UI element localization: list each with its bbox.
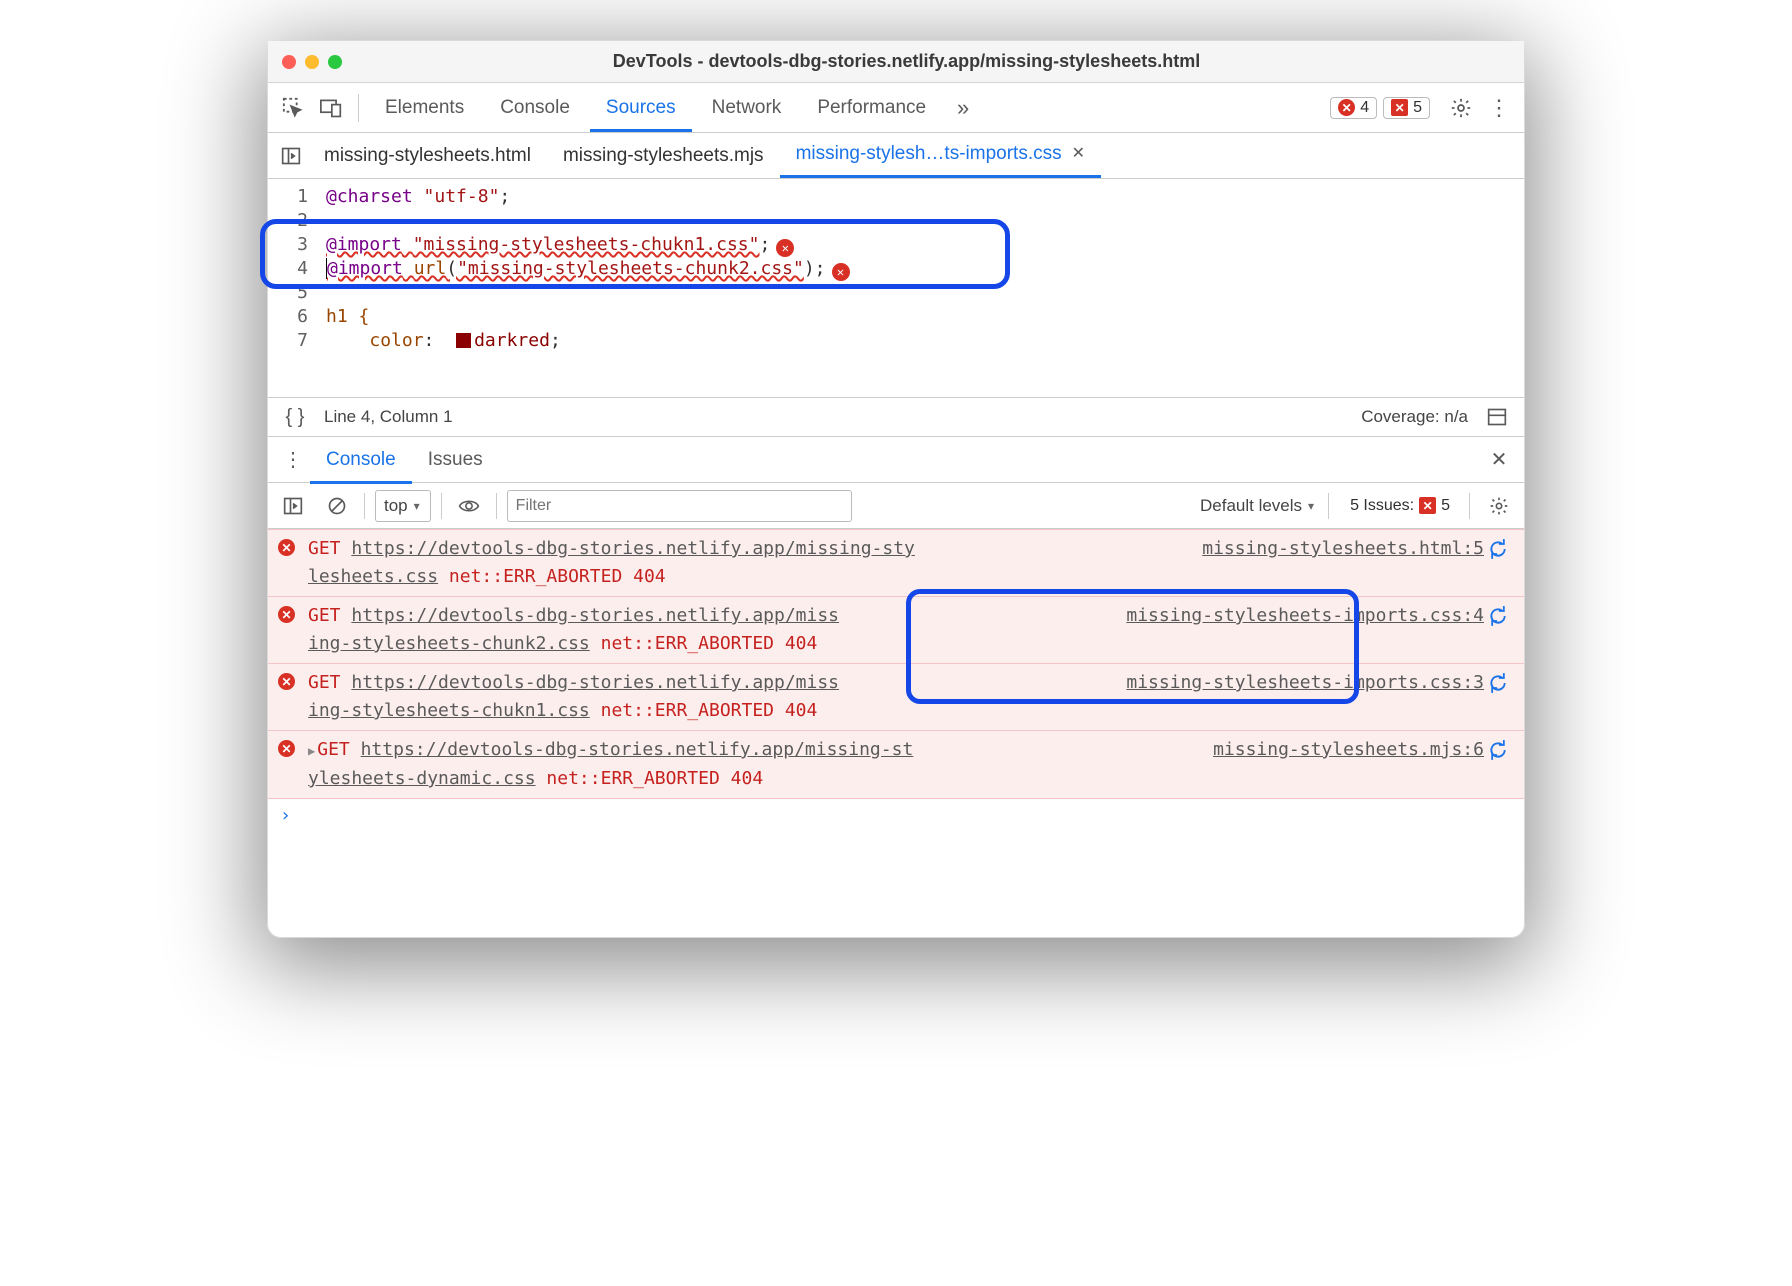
- file-tab-2[interactable]: missing-stylesheets.mjs: [547, 134, 780, 178]
- url-link[interactable]: https://devtools-dbg-stories.netlify.app…: [351, 605, 839, 626]
- drawer-tab-strip: ⋮ Console Issues ✕: [268, 437, 1524, 483]
- gear-icon[interactable]: [1444, 91, 1478, 125]
- url-link[interactable]: https://devtools-dbg-stories.netlify.app…: [351, 672, 839, 693]
- window-title: DevTools - devtools-dbg-stories.netlify.…: [351, 51, 1510, 72]
- error-icon: ✕: [278, 606, 295, 623]
- inspect-icon[interactable]: [276, 91, 310, 125]
- refresh-icon[interactable]: [1488, 669, 1514, 693]
- log-levels-selector[interactable]: Default levels: [1200, 496, 1314, 516]
- toggle-sidebar-icon[interactable]: [1480, 400, 1514, 434]
- refresh-icon[interactable]: [1488, 535, 1514, 559]
- tab-console[interactable]: Console: [484, 84, 586, 132]
- cursor-position: Line 4, Column 1: [324, 407, 453, 427]
- error-icon: ✕: [278, 673, 295, 690]
- console-prompt[interactable]: ›: [268, 799, 1524, 832]
- console-toolbar: top Default levels 5 Issues: ✕5: [268, 483, 1524, 529]
- code-line-6: h1 {: [326, 305, 1524, 329]
- live-expression-icon[interactable]: [452, 489, 486, 523]
- error-count: 4: [1360, 99, 1369, 117]
- close-window-icon[interactable]: [282, 55, 296, 69]
- window-titlebar: DevTools - devtools-dbg-stories.netlify.…: [268, 41, 1524, 83]
- code-editor[interactable]: 1234567 @charset "utf-8"; @import "missi…: [268, 179, 1524, 397]
- code-line-7: color: darkred;: [326, 329, 1524, 353]
- tab-elements[interactable]: Elements: [369, 84, 480, 132]
- url-link[interactable]: ing-stylesheets-chunk2.css: [308, 633, 590, 654]
- url-link[interactable]: lesheets.css: [308, 566, 438, 587]
- issue-count: 5: [1413, 99, 1422, 117]
- window-controls: [282, 55, 342, 69]
- issues-label: 5 Issues:: [1350, 497, 1414, 515]
- drawer-tab-issues[interactable]: Issues: [412, 436, 499, 484]
- refresh-icon[interactable]: [1488, 736, 1514, 760]
- tab-sources[interactable]: Sources: [590, 84, 692, 132]
- coverage-status: Coverage: n/a: [1361, 407, 1468, 427]
- minimize-window-icon[interactable]: [305, 55, 319, 69]
- code-line-3: @import "missing-stylesheets-chukn1.css"…: [326, 233, 1524, 257]
- code-line-4: @import url("missing-stylesheets-chunk2.…: [326, 257, 1524, 281]
- file-tab-3[interactable]: missing-stylesh…ts-imports.css✕: [780, 134, 1101, 178]
- line-gutter: 1234567: [268, 179, 316, 397]
- source-link[interactable]: missing-stylesheets-imports.css:3: [1126, 669, 1484, 697]
- navigator-toggle-icon[interactable]: [274, 139, 308, 173]
- console-sidebar-toggle-icon[interactable]: [276, 489, 310, 523]
- console-settings-icon[interactable]: [1482, 489, 1516, 523]
- issues-button[interactable]: 5 Issues: ✕5: [1343, 496, 1457, 516]
- console-error-row[interactable]: ✕ missing-stylesheets.mjs:6 ▶GET https:/…: [268, 730, 1524, 799]
- device-toggle-icon[interactable]: [314, 91, 348, 125]
- editor-status-bar: { } Line 4, Column 1 Coverage: n/a: [268, 397, 1524, 437]
- console-error-row[interactable]: ✕ missing-stylesheets.html:5 GET https:/…: [268, 529, 1524, 596]
- tab-performance[interactable]: Performance: [801, 84, 942, 132]
- filter-input[interactable]: [507, 490, 853, 522]
- drawer-tab-console[interactable]: Console: [310, 436, 412, 484]
- issues-badge-count: 5: [1441, 497, 1450, 515]
- kebab-icon[interactable]: ⋮: [1482, 91, 1516, 125]
- maximize-window-icon[interactable]: [328, 55, 342, 69]
- error-icon: ✕: [278, 740, 295, 757]
- url-link[interactable]: https://devtools-dbg-stories.netlify.app…: [361, 739, 914, 760]
- url-link[interactable]: ing-stylesheets-chukn1.css: [308, 700, 590, 721]
- code-line-1: @charset "utf-8";: [326, 185, 1524, 209]
- url-link[interactable]: ylesheets-dynamic.css: [308, 768, 536, 789]
- error-badge[interactable]: ✕4: [1330, 97, 1377, 119]
- refresh-icon[interactable]: [1488, 602, 1514, 626]
- file-tab-1[interactable]: missing-stylesheets.html: [308, 134, 547, 178]
- clear-console-icon[interactable]: [320, 489, 354, 523]
- file-tab-strip: missing-stylesheets.html missing-stylesh…: [268, 133, 1524, 179]
- console-output: ✕ missing-stylesheets.html:5 GET https:/…: [268, 529, 1524, 832]
- expand-icon[interactable]: ▶: [308, 744, 315, 758]
- issue-badge[interactable]: ✕5: [1383, 97, 1430, 119]
- error-marker-icon[interactable]: ✕: [776, 239, 794, 257]
- close-icon[interactable]: ✕: [1072, 132, 1085, 176]
- source-link[interactable]: missing-stylesheets-imports.css:4: [1126, 602, 1484, 630]
- close-drawer-icon[interactable]: ✕: [1482, 443, 1516, 477]
- more-tabs-icon[interactable]: »: [946, 91, 980, 125]
- tab-network[interactable]: Network: [696, 84, 798, 132]
- url-link[interactable]: https://devtools-dbg-stories.netlify.app…: [351, 538, 915, 559]
- context-selector[interactable]: top: [375, 490, 431, 522]
- pretty-print-icon[interactable]: { }: [278, 400, 312, 434]
- drawer-kebab-icon[interactable]: ⋮: [276, 443, 310, 477]
- console-error-row[interactable]: ✕ missing-stylesheets-imports.css:3 GET …: [268, 663, 1524, 730]
- source-link[interactable]: missing-stylesheets.mjs:6: [1213, 736, 1484, 764]
- error-marker-icon[interactable]: ✕: [832, 263, 850, 281]
- error-icon: ✕: [278, 539, 295, 556]
- main-toolbar: Elements Console Sources Network Perform…: [268, 83, 1524, 133]
- console-error-row[interactable]: ✕ missing-stylesheets-imports.css:4 GET …: [268, 596, 1524, 663]
- source-link[interactable]: missing-stylesheets.html:5: [1202, 535, 1484, 563]
